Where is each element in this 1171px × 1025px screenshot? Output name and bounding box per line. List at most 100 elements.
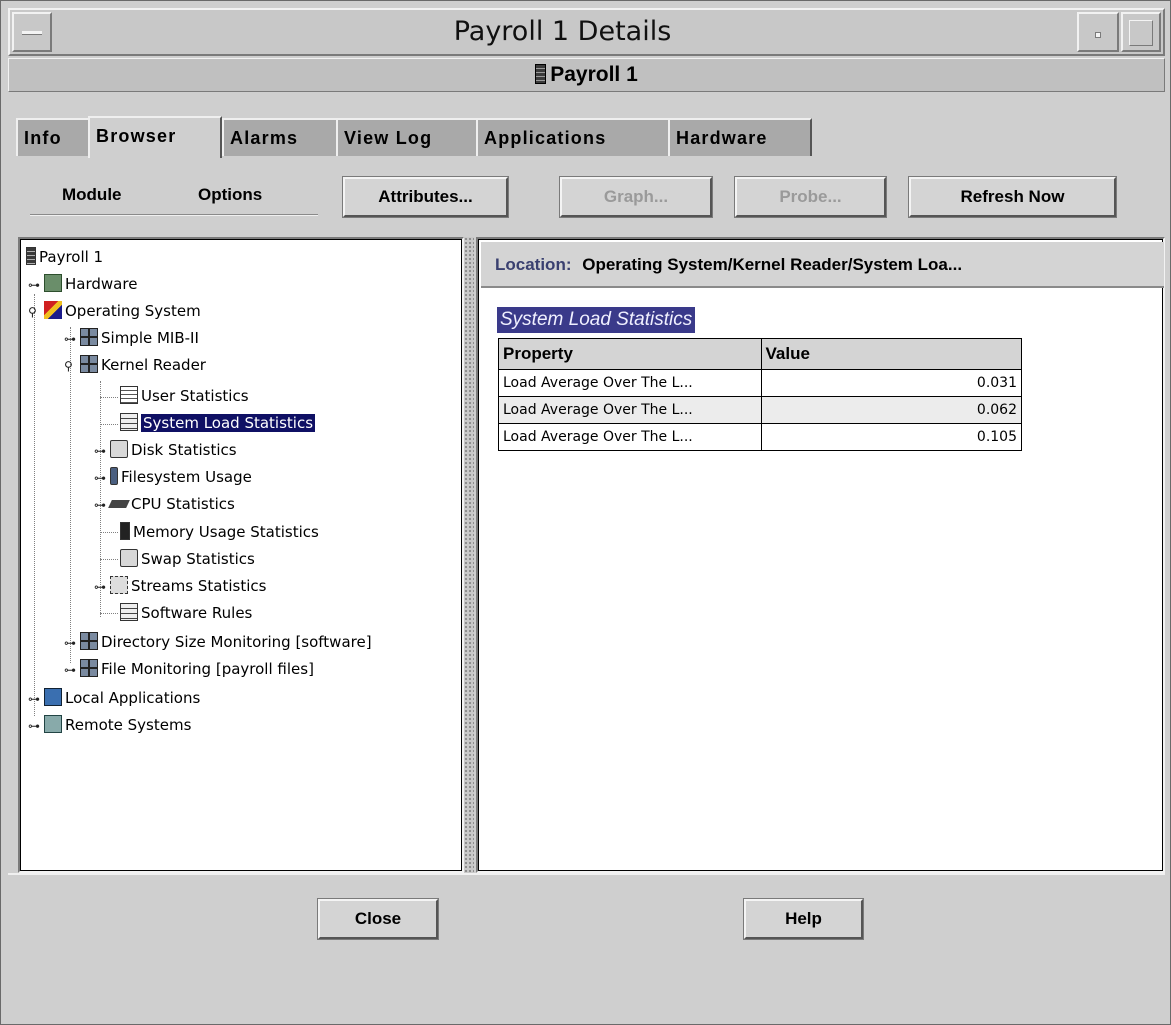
tree-item-label: Hardware <box>65 275 138 293</box>
tree-item-operating-system[interactable]: ⚲ Operating System <box>28 298 201 325</box>
tree-item-label: Remote Systems <box>65 716 192 734</box>
remote-icon <box>44 715 62 733</box>
section-title: System Load Statistics <box>497 307 696 333</box>
expand-icon[interactable]: ⊶ <box>64 326 78 352</box>
tree-item-label: Swap Statistics <box>141 550 255 568</box>
tree-item-kernel-reader[interactable]: ⚲ Kernel Reader <box>64 352 206 379</box>
expand-icon[interactable]: ⊶ <box>94 438 108 464</box>
expand-icon[interactable]: ⊶ <box>28 272 42 298</box>
column-header-property[interactable]: Property <box>498 338 762 370</box>
expand-icon[interactable]: ⊶ <box>94 465 108 491</box>
tree-item-memory-usage-statistics[interactable]: Memory Usage Statistics <box>120 519 319 546</box>
tree-connector <box>100 424 118 425</box>
tree-item-label: Disk Statistics <box>131 441 237 459</box>
module-icon <box>80 659 98 677</box>
cpu-icon <box>108 500 130 508</box>
host-header: Payroll 1 <box>8 58 1165 92</box>
tree-item-directory-size-monitoring[interactable]: ⊶ Directory Size Monitoring [software] <box>64 629 372 656</box>
tree-item-label: Simple MIB-II <box>101 329 199 347</box>
tab-browser[interactable]: Browser <box>88 116 222 158</box>
host-header-label: Payroll 1 <box>550 63 638 86</box>
tab-applications[interactable]: Applications <box>476 118 670 156</box>
title-bar[interactable]: Payroll 1 Details <box>8 8 1165 56</box>
tree-connector <box>100 532 118 533</box>
probe-button[interactable]: Probe... <box>734 176 887 218</box>
tree-item-filesystem-usage[interactable]: ⊶ Filesystem Usage <box>94 464 252 491</box>
tree-item-user-statistics[interactable]: User Statistics <box>120 383 249 410</box>
collapse-icon[interactable]: ⚲ <box>28 299 42 325</box>
minimize-button[interactable] <box>1077 12 1119 52</box>
stats-table: Property Value Load Average Over The L..… <box>498 338 1023 451</box>
chart-icon <box>120 413 138 431</box>
tab-alarms[interactable]: Alarms <box>222 118 338 156</box>
filesystem-icon <box>110 467 118 485</box>
tree-item-label: Payroll 1 <box>39 248 104 266</box>
tree-item-disk-statistics[interactable]: ⊶ Disk Statistics <box>94 437 237 464</box>
tree-connector <box>100 613 118 614</box>
tree-item-label: Streams Statistics <box>131 577 267 595</box>
tree-connector <box>100 397 118 398</box>
tab-hardware[interactable]: Hardware <box>668 118 812 156</box>
value-cell: 0.031 <box>760 369 1023 397</box>
tree-item-label: System Load Statistics <box>141 414 316 432</box>
options-menu[interactable]: Options <box>198 185 262 205</box>
tree-item-label: Local Applications <box>65 689 201 707</box>
tree-item-hardware[interactable]: ⊶ Hardware <box>28 271 137 298</box>
expand-icon[interactable]: ⊶ <box>64 630 78 656</box>
tab-view-log[interactable]: View Log <box>336 118 478 156</box>
disk-icon <box>120 549 138 567</box>
maximize-button[interactable] <box>1121 12 1161 52</box>
column-header-value[interactable]: Value <box>760 338 1023 370</box>
refresh-now-button[interactable]: Refresh Now <box>908 176 1117 218</box>
tree-item-label: Software Rules <box>141 604 253 622</box>
tree-item-label: Memory Usage Statistics <box>133 523 319 541</box>
attributes-button[interactable]: Attributes... <box>342 176 509 218</box>
expand-icon[interactable]: ⊶ <box>28 686 42 712</box>
module-icon <box>80 328 98 346</box>
expand-icon[interactable]: ⊶ <box>94 492 108 518</box>
table-row[interactable]: Load Average Over The L... 0.105 <box>498 423 1023 451</box>
pane-splitter[interactable] <box>464 237 474 873</box>
expand-icon[interactable]: ⊶ <box>28 713 42 739</box>
tree-item-local-applications[interactable]: ⊶ Local Applications <box>28 685 200 712</box>
collapse-icon[interactable]: ⚲ <box>64 353 78 379</box>
graph-button[interactable]: Graph... <box>559 176 713 218</box>
tree-item-streams-statistics[interactable]: ⊶ Streams Statistics <box>94 573 266 600</box>
os-icon <box>44 301 62 319</box>
tab-info[interactable]: Info <box>16 118 90 156</box>
tree-item-label: User Statistics <box>141 387 249 405</box>
tree-item-swap-statistics[interactable]: Swap Statistics <box>120 546 255 573</box>
expand-icon[interactable]: ⊶ <box>94 574 108 600</box>
window-menu-button[interactable] <box>12 12 52 52</box>
tree-item-file-monitoring[interactable]: ⊶ File Monitoring [payroll files] <box>64 656 314 683</box>
tree-item-label: CPU Statistics <box>131 495 235 513</box>
expand-icon[interactable]: ⊶ <box>64 657 78 683</box>
toolbar-divider <box>30 214 318 216</box>
module-menu[interactable]: Module <box>62 185 122 205</box>
hardware-icon <box>44 274 62 292</box>
tree-item-remote-systems[interactable]: ⊶ Remote Systems <box>28 712 191 739</box>
module-icon <box>80 632 98 650</box>
table-row[interactable]: Load Average Over The L... 0.031 <box>498 369 1023 397</box>
location-bar: Location: Operating System/Kernel Reader… <box>481 242 1164 288</box>
location-label: Location: <box>495 255 572 274</box>
tree-item-cpu-statistics[interactable]: ⊶ CPU Statistics <box>94 491 235 518</box>
tree-connector <box>34 294 35 716</box>
location-path: Operating System/Kernel Reader/System Lo… <box>582 255 963 274</box>
close-button[interactable]: Close <box>317 898 439 940</box>
module-icon <box>80 355 98 373</box>
tree-item-system-load-statistics[interactable]: System Load Statistics <box>120 410 316 437</box>
server-icon <box>535 64 547 84</box>
tree-connector <box>100 559 118 560</box>
streams-icon <box>110 576 128 594</box>
value-cell: 0.105 <box>760 423 1023 451</box>
tree-item-payroll-1[interactable]: Payroll 1 <box>26 244 103 271</box>
tree-item-label: File Monitoring [payroll files] <box>101 660 314 678</box>
tree-item-software-rules[interactable]: Software Rules <box>120 600 252 627</box>
value-cell: 0.062 <box>760 396 1023 424</box>
application-icon <box>44 688 62 706</box>
table-row[interactable]: Load Average Over The L... 0.062 <box>498 396 1023 424</box>
help-button[interactable]: Help <box>743 898 864 940</box>
property-cell: Load Average Over The L... <box>498 423 762 451</box>
tree-item-simple-mib[interactable]: ⊶ Simple MIB-II <box>64 325 199 352</box>
